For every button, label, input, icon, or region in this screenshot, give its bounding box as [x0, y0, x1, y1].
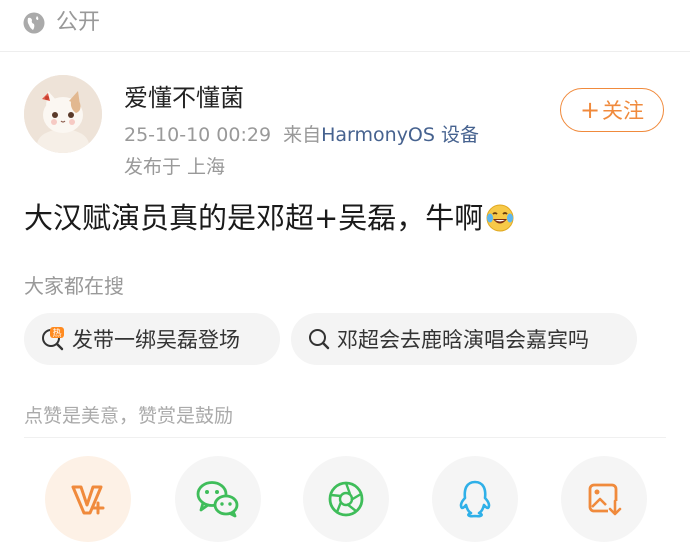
- hot-search-icon: 热: [42, 327, 64, 351]
- post-timestamp: 25-10-10 00:29: [124, 124, 272, 146]
- cat-avatar-image: [24, 75, 102, 153]
- source-device-link[interactable]: HarmonyOS 设备: [321, 124, 479, 146]
- save-image-icon: [588, 483, 622, 517]
- search-icon: [309, 329, 330, 350]
- trending-chip-label: 邓超会去鹿晗演唱会嘉宾吗: [337, 328, 589, 352]
- post-body: 大汉赋演员真的是邓超+吴磊，牛啊: [24, 198, 515, 238]
- avatar[interactable]: [24, 75, 102, 153]
- moments-icon: [328, 481, 364, 517]
- share-moments-button[interactable]: [303, 456, 389, 542]
- reward-title: 点赞是美意，赞赏是鼓励: [24, 405, 234, 427]
- divider: [0, 51, 690, 52]
- divider: [24, 437, 666, 438]
- qq-icon: [459, 480, 491, 518]
- author-name[interactable]: 爱懂不懂菌: [124, 83, 244, 113]
- laughing-tears-emoji: [486, 204, 514, 232]
- plus-icon: +: [579, 96, 601, 124]
- trending-search-title: 大家都在搜: [24, 274, 124, 298]
- wechat-icon: [196, 481, 239, 518]
- source-prefix: 来自: [283, 124, 322, 146]
- post-meta: 25-10-10 00:29 来自HarmonyOS 设备: [124, 122, 479, 148]
- globe-icon: [23, 12, 45, 34]
- post-text: 大汉赋演员真的是邓超+吴磊，牛啊: [24, 201, 484, 235]
- follow-button[interactable]: + 关注: [560, 88, 664, 132]
- visibility-label: 公开: [56, 10, 101, 35]
- vplus-reward-button[interactable]: [45, 456, 131, 542]
- save-image-button[interactable]: [561, 456, 647, 542]
- share-wechat-button[interactable]: [175, 456, 261, 542]
- trending-chip-label: 发带一绑吴磊登场: [72, 328, 240, 352]
- post-location: 发布于 上海: [124, 156, 226, 178]
- visibility-bar[interactable]: 公开: [0, 0, 690, 50]
- share-qq-button[interactable]: [432, 456, 518, 542]
- vplus-icon: [71, 485, 105, 515]
- follow-label: 关注: [602, 99, 645, 123]
- trending-chip[interactable]: 邓超会去鹿晗演唱会嘉宾吗: [291, 313, 637, 365]
- svg-text:热: 热: [52, 327, 61, 339]
- trending-chip[interactable]: 热 发带一绑吴磊登场: [24, 313, 280, 365]
